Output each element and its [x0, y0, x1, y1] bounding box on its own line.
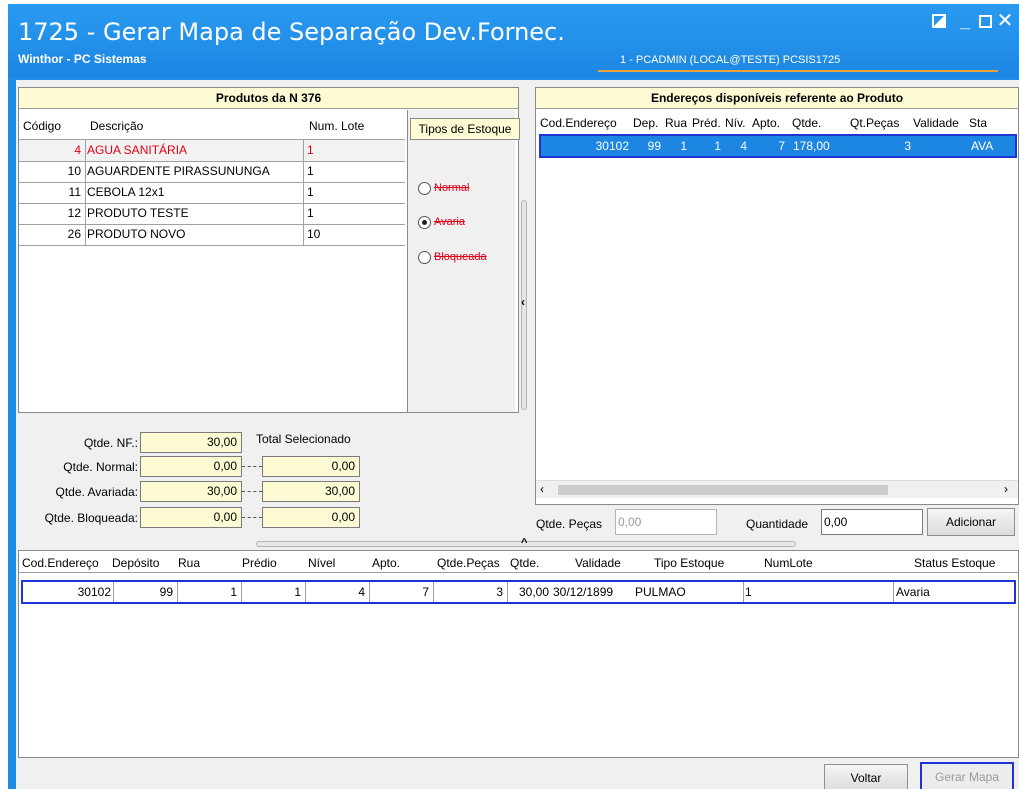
radio-avaria-circle[interactable]: [418, 216, 431, 229]
bcol-status-estoque[interactable]: Status Estoque: [914, 556, 995, 570]
radio-bloqueada-label: Bloqueada: [434, 251, 487, 263]
scroll-thumb[interactable]: [558, 485, 888, 495]
normal-total-field[interactable]: 0,00: [262, 456, 360, 477]
table-row[interactable]: 26 PRODUTO NOVO 10: [19, 224, 405, 245]
table-row[interactable]: 11 CEBOLA 12x1 1: [19, 182, 405, 203]
addresses-panel: Endereços disponíveis referente ao Produ…: [535, 87, 1019, 505]
bcol-qtde-pecas[interactable]: Qtde.Peças: [437, 556, 500, 570]
normal-label: Qtde. Normal:: [63, 460, 138, 474]
horizontal-scrollbar[interactable]: ‹ ›: [536, 480, 1018, 498]
normal-field[interactable]: 0,00: [140, 456, 242, 477]
minimize-icon[interactable]: _: [954, 10, 976, 32]
bcol-apto[interactable]: Apto.: [372, 556, 400, 570]
close-icon[interactable]: ✕: [994, 10, 1016, 32]
col-apto[interactable]: Apto.: [752, 116, 780, 130]
radio-normal-label: Normal: [434, 182, 470, 194]
bottom-grid-header: Cod.Endereço Depósito Rua Prédio Nível A…: [19, 551, 1018, 573]
col-status[interactable]: Sta: [969, 116, 987, 130]
add-button[interactable]: Adicionar: [927, 508, 1015, 536]
avariada-total-field[interactable]: 30,00: [262, 481, 360, 502]
stock-types-title: Tipos de Estoque: [410, 118, 520, 140]
pecas-input[interactable]: 0,00: [615, 509, 717, 535]
table-row[interactable]: 30102 99 1 1 4 7 3 30,00 30/12/1899 PULM…: [21, 580, 1016, 604]
col-cod-endereco[interactable]: Cod.Endereço: [540, 116, 617, 130]
avariada-field[interactable]: 30,00: [140, 481, 242, 502]
stock-types-group: Tipos de Estoque Normal Avaria Bloqueada: [407, 110, 520, 412]
address-row[interactable]: 30102 99 1 1 4 7 178,00 3 AVA: [539, 134, 1017, 158]
restore-icon[interactable]: [928, 10, 950, 32]
scroll-right-icon[interactable]: ›: [1004, 482, 1008, 496]
col-qt-pecas[interactable]: Qt.Peças: [850, 116, 899, 130]
bloqueada-total-field[interactable]: 0,00: [262, 507, 360, 528]
col-rua[interactable]: Rua: [665, 116, 687, 130]
col-validade[interactable]: Validade: [913, 116, 959, 130]
bcol-qtde[interactable]: Qtde.: [510, 556, 539, 570]
user-info: 1 - PCADMIN (LOCAL@TESTE) PCSIS1725: [620, 54, 841, 66]
radio-bloqueada-circle[interactable]: [418, 251, 431, 264]
table-row[interactable]: 4 AGUA SANITÁRIA 1: [19, 140, 405, 161]
bottom-grid: Cod.Endereço Depósito Rua Prédio Nível A…: [18, 550, 1019, 758]
table-row[interactable]: 10 AGUARDENTE PIRASSUNUNGA 1: [19, 161, 405, 182]
gerar-mapa-button[interactable]: Gerar Mapa: [920, 762, 1014, 789]
main-window: 1725 - Gerar Mapa de Separação Dev.Forne…: [8, 4, 1019, 789]
bloqueada-field[interactable]: 0,00: [140, 507, 242, 528]
products-caption: Produtos da N 376: [19, 88, 518, 109]
bcol-nivel[interactable]: Nível: [308, 556, 335, 570]
window-subtitle: Winthor - PC Sistemas: [18, 52, 147, 66]
col-niv[interactable]: Nív.: [725, 116, 745, 130]
total-selected-label: Total Selecionado: [256, 432, 351, 446]
bcol-tipo-estoque[interactable]: Tipo Estoque: [654, 556, 724, 570]
window-title: 1725 - Gerar Mapa de Separação Dev.Forne…: [18, 18, 565, 46]
bcol-deposito[interactable]: Depósito: [112, 556, 159, 570]
quantidade-label: Quantidade: [746, 517, 809, 531]
bloqueada-label: Qtde. Bloqueada:: [44, 511, 138, 525]
bcol-numlote[interactable]: NumLote: [764, 556, 813, 570]
table-row[interactable]: 12 PRODUTO TESTE 1: [19, 203, 405, 224]
col-dep[interactable]: Dep.: [633, 116, 658, 130]
radio-avaria-label: Avaria: [434, 216, 465, 228]
col-descricao[interactable]: Descrição: [90, 119, 143, 133]
bcol-predio[interactable]: Prédio: [242, 556, 277, 570]
nf-label: Qtde. NF.:: [83, 436, 138, 450]
voltar-button[interactable]: Voltar: [824, 764, 908, 789]
col-codigo[interactable]: Código: [23, 119, 61, 133]
bcol-rua[interactable]: Rua: [178, 556, 200, 570]
bcol-validade[interactable]: Validade: [575, 556, 621, 570]
user-info-underline: [598, 70, 998, 72]
client-area: Produtos da N 376 Código Descrição Num. …: [16, 80, 1019, 789]
chevron-left-icon[interactable]: ‹: [521, 295, 525, 309]
col-pred[interactable]: Préd.: [692, 116, 721, 130]
col-lote[interactable]: Num. Lote: [309, 119, 364, 133]
radio-normal-circle[interactable]: [418, 182, 431, 195]
nf-field[interactable]: 30,00: [140, 432, 242, 453]
title-bar[interactable]: 1725 - Gerar Mapa de Separação Dev.Forne…: [8, 4, 1019, 78]
maximize-icon[interactable]: [974, 10, 996, 32]
pecas-label: Qtde. Peças: [536, 517, 603, 531]
scroll-left-icon[interactable]: ‹: [540, 482, 544, 496]
col-qtde[interactable]: Qtde.: [792, 116, 821, 130]
products-panel: Produtos da N 376 Código Descrição Num. …: [18, 87, 520, 413]
avariada-label: Qtde. Avariada:: [55, 485, 139, 499]
bcol-cod-endereco[interactable]: Cod.Endereço: [22, 556, 99, 570]
quantidade-input[interactable]: 0,00: [821, 509, 923, 535]
addresses-caption: Endereços disponíveis referente ao Produ…: [536, 88, 1018, 109]
chevron-up-icon[interactable]: ^: [521, 537, 527, 549]
